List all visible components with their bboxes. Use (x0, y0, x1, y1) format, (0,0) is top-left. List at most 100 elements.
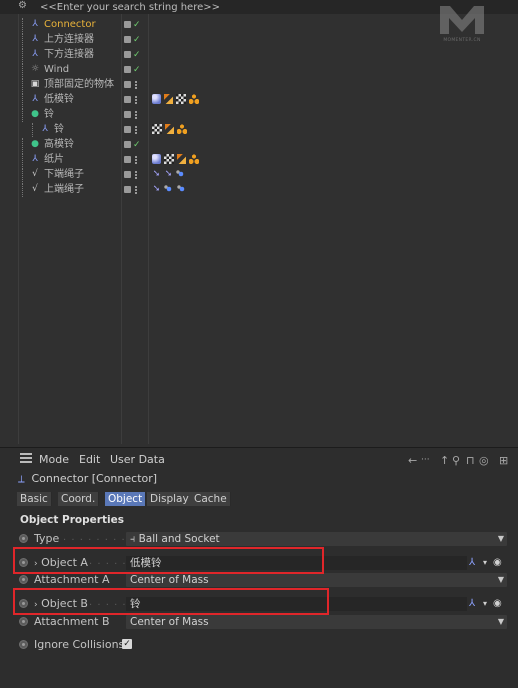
blue-tag-icon[interactable] (176, 169, 186, 179)
enabled-check-icon[interactable]: ✓ (133, 33, 141, 47)
layer-toggle[interactable] (124, 171, 131, 178)
triangles-tag-icon[interactable] (189, 94, 199, 104)
settings-icon[interactable]: ◎ (479, 454, 489, 467)
object-row[interactable]: ⅄ 低模铃 (0, 93, 518, 107)
attachment-a-label: Attachment A (34, 573, 110, 586)
visibility-dots[interactable] (135, 186, 139, 194)
checker-tag-icon[interactable] (152, 124, 162, 134)
object-name[interactable]: Wind (44, 63, 69, 77)
object-name[interactable]: 下方连接器 (44, 48, 94, 62)
pick-target-icon[interactable]: ◉ (493, 556, 502, 570)
object-row[interactable]: ● 高模铃 ✓ (0, 138, 518, 152)
animate-radio[interactable] (19, 534, 28, 543)
visibility-dots[interactable] (135, 171, 139, 179)
search-input[interactable] (40, 1, 420, 13)
object-row[interactable]: ⅄ 纸片 (0, 153, 518, 167)
menu-edit[interactable]: Edit (79, 453, 100, 466)
layer-toggle[interactable] (124, 156, 131, 163)
group-icon: ● (31, 139, 39, 149)
arrow-tag-icon[interactable]: ➘ (152, 169, 161, 179)
object-name[interactable]: 纸片 (44, 153, 64, 167)
visibility-dots[interactable] (135, 156, 139, 164)
enabled-check-icon[interactable]: ✓ (133, 63, 141, 77)
animate-radio[interactable] (19, 617, 28, 626)
style-tag-icon[interactable] (177, 154, 186, 164)
animate-radio[interactable] (19, 575, 28, 584)
visibility-dots[interactable] (135, 126, 139, 134)
tab-coord[interactable]: Coord. (58, 492, 100, 506)
layer-toggle[interactable] (124, 21, 131, 28)
enabled-check-icon[interactable]: ✓ (133, 48, 141, 62)
blue-tag-icon[interactable] (177, 184, 187, 194)
object-row[interactable]: √ 上端绳子 ➘ (0, 183, 518, 197)
object-name[interactable]: 上端绳子 (44, 183, 84, 197)
dropdown-arrow-icon[interactable]: ▾ (483, 597, 487, 611)
gear-icon[interactable]: ⚙ (18, 0, 27, 11)
triangles-tag-icon[interactable] (177, 124, 187, 134)
ignore-collisions-checkbox[interactable]: ✓ (122, 639, 132, 649)
arrow-tag-icon[interactable]: ➘ (152, 184, 161, 194)
checker-tag-icon[interactable] (164, 154, 174, 164)
up-arrow-icon[interactable]: ↑ (440, 454, 449, 467)
enabled-check-icon[interactable]: ✓ (133, 138, 141, 152)
dropdown-arrow-icon[interactable]: ▾ (483, 556, 487, 570)
object-name[interactable]: Connector (44, 18, 96, 32)
history-dots-icon[interactable]: ··· (421, 455, 430, 465)
tab-cache[interactable]: Cache (191, 492, 231, 506)
visibility-dots[interactable] (135, 96, 139, 104)
layer-toggle[interactable] (124, 126, 131, 133)
style-tag-icon[interactable] (165, 124, 174, 134)
visibility-dots[interactable] (135, 111, 139, 119)
object-link-icon[interactable]: ⅄ (469, 556, 475, 570)
object-name[interactable]: 低模铃 (44, 93, 74, 107)
object-name[interactable]: 上方连接器 (44, 33, 94, 47)
layer-toggle[interactable] (124, 66, 131, 73)
lock-icon[interactable]: ⊓ (466, 454, 475, 467)
layer-toggle[interactable] (124, 111, 131, 118)
visibility-dots[interactable] (135, 81, 139, 89)
object-row[interactable]: ☼ Wind ✓ (0, 63, 518, 77)
object-row[interactable]: ● 铃 (0, 108, 518, 122)
hamburger-menu-icon[interactable] (20, 453, 32, 463)
layer-toggle[interactable] (124, 81, 131, 88)
object-row[interactable]: ⅄ 下方连接器 ✓ (0, 48, 518, 62)
search-icon[interactable]: ⚲ (452, 454, 460, 467)
tab-object[interactable]: Object (105, 492, 147, 506)
checker-tag-icon[interactable] (176, 94, 186, 104)
animate-radio[interactable] (19, 640, 28, 649)
layer-toggle[interactable] (124, 186, 131, 193)
object-link-icon[interactable]: ⅄ (469, 597, 475, 611)
dynamics-tag-icon[interactable] (152, 94, 161, 104)
object-row[interactable]: ⅄ 铃 (0, 123, 518, 137)
back-arrow-icon[interactable]: ← (408, 454, 417, 467)
enabled-check-icon[interactable]: ✓ (133, 18, 141, 32)
tab-basic[interactable]: Basic (17, 492, 52, 506)
triangles-tag-icon[interactable] (189, 154, 199, 164)
object-name[interactable]: 高模铃 (44, 138, 74, 152)
object-name[interactable]: 铃 (54, 123, 64, 137)
spline-icon: √ (32, 169, 38, 179)
blue-tag-icon[interactable] (164, 184, 174, 194)
object-name[interactable]: 顶部固定的物体 (44, 78, 114, 92)
menu-mode[interactable]: Mode (39, 453, 69, 466)
menu-user-data[interactable]: User Data (110, 453, 165, 466)
type-dropdown[interactable]: ⫞ Ball and Socket ▼ (126, 532, 507, 546)
layer-toggle[interactable] (124, 141, 131, 148)
object-row[interactable]: ⅄ 上方连接器 ✓ (0, 33, 518, 47)
tab-display[interactable]: Display (147, 492, 193, 506)
layer-toggle[interactable] (124, 96, 131, 103)
attachment-a-dropdown[interactable]: Center of Mass ▼ (126, 573, 507, 587)
pick-target-icon[interactable]: ◉ (493, 597, 502, 611)
object-row[interactable]: ⅄ Connector ✓ (0, 18, 518, 32)
object-name[interactable]: 下端绳子 (44, 168, 84, 182)
layer-toggle[interactable] (124, 51, 131, 58)
arrow-tag-icon[interactable]: ➘ (164, 169, 173, 179)
object-name[interactable]: 铃 (44, 108, 54, 122)
style-tag-icon[interactable] (164, 94, 173, 104)
attachment-b-dropdown[interactable]: Center of Mass ▼ (126, 615, 507, 629)
new-panel-icon[interactable]: ⊞ (499, 454, 508, 467)
object-row[interactable]: √ 下端绳子 ➘ ➘ (0, 168, 518, 182)
object-row[interactable]: ▣ 顶部固定的物体 (0, 78, 518, 92)
dynamics-tag-icon[interactable] (152, 154, 161, 164)
layer-toggle[interactable] (124, 36, 131, 43)
